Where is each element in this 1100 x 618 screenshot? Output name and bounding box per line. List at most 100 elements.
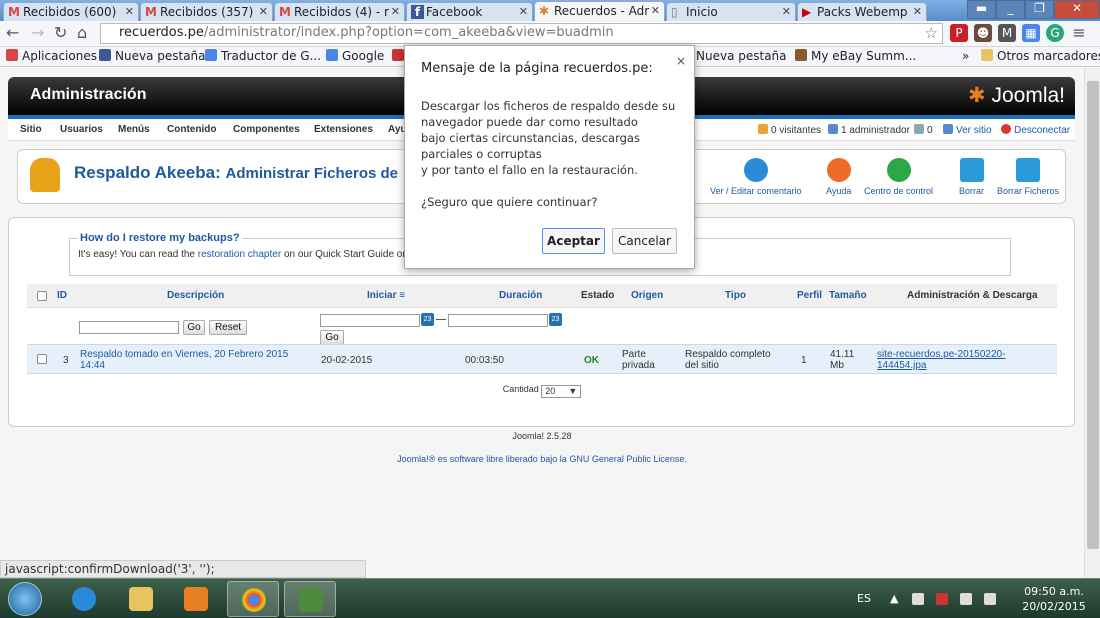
close-icon[interactable]: ✕ xyxy=(913,5,922,18)
ie-taskbar-button[interactable] xyxy=(58,581,110,617)
bookmark-google[interactable]: Google xyxy=(326,49,384,63)
app-taskbar-button[interactable] xyxy=(284,581,336,617)
tab-gmail-1[interactable]: M Recibidos (600) ✕ xyxy=(3,2,139,21)
logout-link[interactable]: Desconectar xyxy=(1001,124,1070,136)
header-profile[interactable]: Perfil xyxy=(797,290,822,301)
explorer-taskbar-button[interactable] xyxy=(115,581,167,617)
show-hidden-icons[interactable]: ▲ xyxy=(890,592,898,605)
admin-title: Administración xyxy=(30,86,147,103)
filter-go-button[interactable]: Go xyxy=(183,320,205,335)
bookmark-new-tab-2[interactable]: Nueva pestaña xyxy=(696,49,787,63)
header-type[interactable]: Tipo xyxy=(725,290,746,301)
control-center-button[interactable]: Centro de control xyxy=(864,158,933,196)
close-icon[interactable]: ✕ xyxy=(519,5,528,18)
reload-icon[interactable]: ↻ xyxy=(54,23,67,42)
restoration-chapter-link[interactable]: restoration chapter xyxy=(198,249,281,260)
power-icon[interactable] xyxy=(936,593,948,605)
accept-button[interactable]: Aceptar xyxy=(542,228,605,254)
header-description[interactable]: Descripción xyxy=(167,290,224,301)
menu-menus[interactable]: Menús xyxy=(118,124,150,135)
close-icon[interactable]: ✕ xyxy=(651,4,660,17)
gpl-link[interactable]: GNU General Public License xyxy=(569,454,684,464)
calendar-icon[interactable]: 23 xyxy=(549,313,562,326)
tab-packs[interactable]: ▶ Packs Webemp ✕ xyxy=(797,2,927,21)
header-id[interactable]: ID xyxy=(57,290,67,301)
quantity-select[interactable]: 20 ▼ xyxy=(541,385,582,398)
select-all-checkbox[interactable] xyxy=(37,291,47,301)
menu-contenido[interactable]: Contenido xyxy=(167,124,216,135)
tab-recuerdos[interactable]: ✱ Recuerdos - Adr ✕ xyxy=(534,1,665,21)
date-to-input[interactable] xyxy=(448,314,548,327)
home-icon[interactable]: ⌂ xyxy=(77,23,87,42)
back-icon[interactable]: ← xyxy=(6,23,19,42)
browser-tab-strip: M Recibidos (600) ✕ M Recibidos (357) ✕ M Rec… xyxy=(0,0,1100,21)
chrome-taskbar-button[interactable] xyxy=(227,581,279,617)
tab-inicio[interactable]: ▯ Inicio ✕ xyxy=(666,2,796,21)
close-icon[interactable]: ✕ xyxy=(125,5,134,18)
pencil-icon xyxy=(743,158,768,182)
menu-sitio[interactable]: Sitio xyxy=(20,124,42,135)
filter-row: Go Reset 23 — 23 Go xyxy=(27,308,1057,345)
language-indicator[interactable]: ES xyxy=(857,592,871,605)
joomla-icon: ✱ xyxy=(968,84,986,107)
window-close-icon[interactable]: ✕ xyxy=(1054,0,1100,19)
tab-facebook[interactable]: f Facebook ✕ xyxy=(406,2,533,21)
row-description[interactable]: Respaldo tomado en Viernes, 20 Febrero 2… xyxy=(80,349,300,371)
minimize-icon[interactable]: _ xyxy=(996,0,1025,19)
avatar-icon[interactable]: ☻ xyxy=(974,24,992,42)
filter-reset-button[interactable]: Reset xyxy=(209,320,247,335)
bookmark-translator[interactable]: Traductor de G... xyxy=(205,49,321,63)
media-taskbar-button[interactable] xyxy=(170,581,222,617)
header-duration[interactable]: Duración xyxy=(499,290,542,301)
menu-extensiones[interactable]: Extensiones xyxy=(314,124,373,135)
bookmark-other[interactable]: Otros marcadores xyxy=(981,49,1100,63)
scrollbar-thumb[interactable] xyxy=(1087,81,1099,549)
tab-gmail-3[interactable]: M Recibidos (4) - r ✕ xyxy=(274,2,405,21)
maximize-icon[interactable]: ❐ xyxy=(1025,0,1054,19)
delete-button[interactable]: Borrar xyxy=(959,158,984,196)
header-origin[interactable]: Origen xyxy=(631,290,663,301)
bookmark-ebay[interactable]: My eBay Summ... xyxy=(795,49,916,63)
grammarly-icon[interactable]: G xyxy=(1046,24,1064,42)
vertical-scrollbar[interactable] xyxy=(1084,67,1100,578)
star-icon[interactable]: ☆ xyxy=(925,24,938,42)
bookmark-apps[interactable]: Aplicaciones xyxy=(6,49,97,63)
description-filter-input[interactable] xyxy=(79,321,179,334)
download-link[interactable]: site-recuerdos.pe-20150220-144454.jpa xyxy=(877,349,1017,371)
row-checkbox[interactable] xyxy=(37,354,47,364)
menu-icon[interactable]: ≡ xyxy=(1070,24,1088,42)
edit-comment-button[interactable]: Ver / Editar comentario xyxy=(710,158,802,196)
calendar-extension-icon[interactable]: ▦ xyxy=(1022,24,1040,42)
menu-usuarios[interactable]: Usuarios xyxy=(60,124,103,135)
view-site-link[interactable]: Ver sitio xyxy=(943,124,992,136)
date-from-input[interactable] xyxy=(320,314,420,327)
trash-icon xyxy=(1016,158,1040,182)
tab-gmail-2[interactable]: M Recibidos (357) ✕ xyxy=(140,2,273,21)
messages-status[interactable]: 0 xyxy=(914,124,933,136)
menu-componentes[interactable]: Componentes xyxy=(233,124,300,135)
clock[interactable]: 09:50 a.m. 20/02/2015 xyxy=(1016,584,1092,614)
cancel-button[interactable]: Cancelar xyxy=(612,228,677,254)
network-icon[interactable] xyxy=(960,593,972,605)
user-icon[interactable]: ▬ xyxy=(967,0,996,19)
date-go-button[interactable]: Go xyxy=(320,330,344,345)
bookmark-new-tab[interactable]: Nueva pestaña xyxy=(99,49,206,63)
address-bar[interactable]: recuerdos.pe/administrator/index.php?opt… xyxy=(100,23,943,44)
volume-icon[interactable] xyxy=(984,593,996,605)
forward-icon[interactable]: → xyxy=(31,23,44,42)
close-icon[interactable]: ✕ xyxy=(782,5,791,18)
close-icon[interactable]: ✕ xyxy=(259,5,268,18)
mail-icon xyxy=(914,124,924,134)
help-button[interactable]: Ayuda xyxy=(826,158,851,196)
header-start[interactable]: Iniciar ≡ xyxy=(367,290,405,301)
flag-icon[interactable] xyxy=(912,593,924,605)
delete-files-button[interactable]: Borrar Ficheros xyxy=(997,158,1059,196)
start-button[interactable] xyxy=(8,582,42,616)
dialog-close-icon[interactable]: × xyxy=(676,54,686,68)
media-player-icon xyxy=(184,587,208,611)
calendar-icon[interactable]: 23 xyxy=(421,313,434,326)
close-icon[interactable]: ✕ xyxy=(391,5,400,18)
bookmarks-more-chevron[interactable]: » xyxy=(962,49,969,63)
pinterest-icon[interactable]: P xyxy=(950,24,968,42)
gmail-extension-icon[interactable]: M xyxy=(998,24,1016,42)
